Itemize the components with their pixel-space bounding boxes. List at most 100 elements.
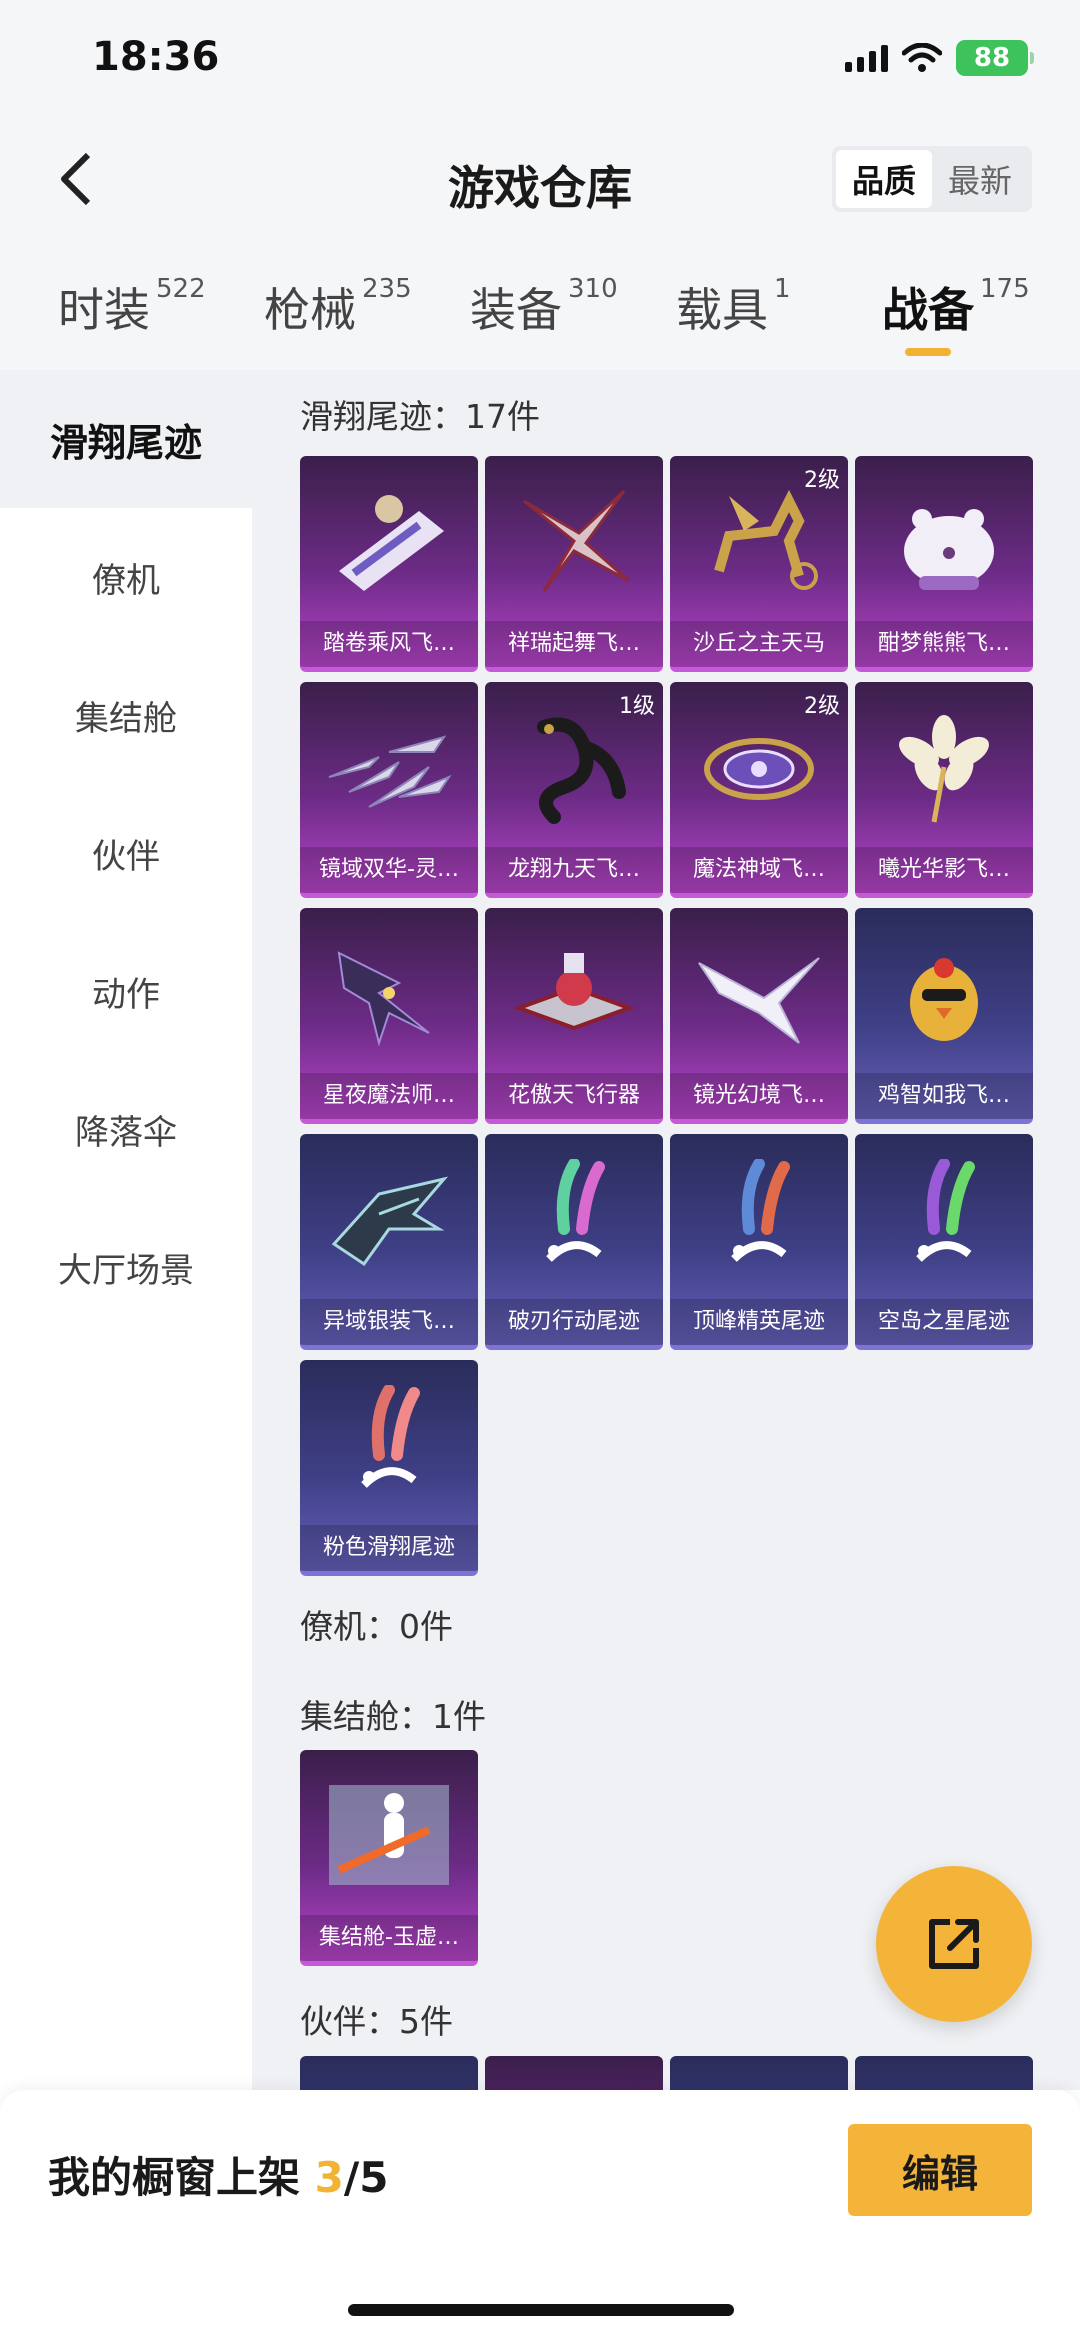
section-title-glide-trail: 滑翔尾迹：17件 [300, 397, 540, 436]
item-card[interactable]: 镜光幻境飞… [670, 908, 848, 1124]
item-name: 龙翔九天飞… [485, 847, 663, 893]
section-title-wingman: 僚机：0件 [300, 1607, 453, 1646]
tab-equipment[interactable]: 装备 310 [470, 274, 618, 340]
flying-machine-icon [485, 908, 663, 1078]
item-content: 滑翔尾迹：17件 踏卷乘风飞… 祥瑞起舞飞… 2级 沙丘之主天马 酣梦熊熊飞… … [252, 370, 1080, 2090]
tab-count: 1 [774, 274, 791, 304]
section-title-partner: 伙伴：5件 [300, 2002, 453, 2041]
item-name: 沙丘之主天马 [670, 621, 848, 667]
trail-icon [670, 1134, 848, 1304]
sort-newest-button[interactable]: 最新 [932, 150, 1028, 208]
item-card[interactable]: 酣梦熊熊飞… [855, 456, 1033, 672]
item-card[interactable]: 花傲天飞行器 [485, 908, 663, 1124]
section-title-pod: 集结舱：1件 [300, 1697, 486, 1736]
shuriken-icon [485, 456, 663, 626]
tab-label: 枪械 [264, 283, 356, 337]
item-name: 鸡智如我飞… [855, 1073, 1033, 1119]
battery-icon: 88 [956, 40, 1034, 76]
signal-icon [845, 44, 888, 72]
sidebar-item-parachute[interactable]: 降落伞 [0, 1060, 252, 1198]
item-card[interactable]: 曦光华影飞… [855, 682, 1033, 898]
silver-glider-icon [300, 1134, 478, 1304]
edit-button[interactable]: 编辑 [848, 2124, 1032, 2216]
item-name: 镜域双华-灵… [300, 847, 478, 893]
tab-active-indicator [905, 348, 951, 356]
item-card[interactable]: 异域银装飞… [300, 1134, 478, 1350]
item-card[interactable]: 破刃行动尾迹 [485, 1134, 663, 1350]
scroll-icon [300, 456, 478, 626]
item-name: 踏卷乘风飞… [300, 621, 478, 667]
tab-gear[interactable]: 战备 175 [882, 274, 1030, 340]
level-badge: 2级 [804, 468, 840, 493]
tab-label: 装备 [470, 283, 562, 337]
sidebar-item-emote[interactable]: 动作 [0, 922, 252, 1060]
tab-fashion[interactable]: 时装 522 [58, 274, 206, 340]
item-name: 镜光幻境飞… [670, 1073, 848, 1119]
sidebar-item-partner[interactable]: 伙伴 [0, 784, 252, 922]
status-time: 18:36 [92, 34, 220, 80]
item-card[interactable]: 踏卷乘风飞… [300, 456, 478, 672]
showcase-total: /5 [343, 2153, 389, 2202]
tab-vehicles[interactable]: 载具 1 [676, 274, 791, 340]
status-bar: 18:36 88 [0, 0, 1080, 120]
item-name: 魔法神域飞… [670, 847, 848, 893]
item-name: 祥瑞起舞飞… [485, 621, 663, 667]
showcase-status: 我的橱窗上架 3/5 [48, 2144, 388, 2205]
tab-count: 235 [362, 274, 412, 304]
item-card[interactable]: 2级 沙丘之主天马 [670, 456, 848, 672]
item-card[interactable]: 祥瑞起舞飞… [485, 456, 663, 672]
chicken-icon [855, 908, 1033, 1078]
item-name: 集结舱-玉虚… [300, 1915, 478, 1961]
item-card[interactable]: 星夜魔法师… [300, 908, 478, 1124]
white-wing-icon [670, 908, 848, 1078]
sidebar: 滑翔尾迹 僚机 集结舱 伙伴 动作 降落伞 大厅场景 [0, 370, 252, 2090]
item-card[interactable]: 鸡智如我飞… [855, 908, 1033, 1124]
wifi-icon [902, 43, 942, 72]
item-card[interactable]: 顶峰精英尾迹 [670, 1134, 848, 1350]
item-card[interactable] [300, 2056, 478, 2090]
share-icon [929, 1919, 979, 1969]
item-card[interactable]: 粉色滑翔尾迹 [300, 1360, 478, 1576]
header: 游戏仓库 品质 最新 [0, 120, 1080, 240]
item-name: 破刃行动尾迹 [485, 1299, 663, 1345]
showcase-current: 3 [314, 2153, 344, 2202]
sidebar-item-pod[interactable]: 集结舱 [0, 646, 252, 784]
item-card[interactable] [670, 2056, 848, 2090]
share-button[interactable] [876, 1866, 1032, 2022]
dark-wing-icon [300, 908, 478, 1078]
item-name: 星夜魔法师… [300, 1073, 478, 1119]
trail-icon [485, 1134, 663, 1304]
sidebar-item-glide-trail[interactable]: 滑翔尾迹 [0, 370, 252, 508]
trail-icon [855, 1134, 1033, 1304]
item-card[interactable]: 空岛之星尾迹 [855, 1134, 1033, 1350]
item-name: 曦光华影飞… [855, 847, 1033, 893]
status-icons: 88 [845, 40, 1034, 76]
item-name: 酣梦熊熊飞… [855, 621, 1033, 667]
category-tabs: 时装 522 枪械 235 装备 310 载具 1 战备 175 [0, 240, 1080, 370]
item-card[interactable]: 2级 魔法神域飞… [670, 682, 848, 898]
item-card[interactable]: 1级 龙翔九天飞… [485, 682, 663, 898]
tab-label: 战备 [882, 283, 974, 337]
tab-guns[interactable]: 枪械 235 [264, 274, 412, 340]
home-indicator [348, 2304, 734, 2316]
trail-icon [300, 1360, 478, 1530]
item-name: 花傲天飞行器 [485, 1073, 663, 1119]
item-card[interactable]: 集结舱-玉虚… [300, 1750, 478, 1966]
sort-toggle: 品质 最新 [831, 146, 1032, 212]
sort-quality-button[interactable]: 品质 [835, 150, 932, 208]
flower-icon [855, 682, 1033, 852]
bottom-bar: 我的橱窗上架 3/5 编辑 [0, 2090, 1080, 2339]
tab-label: 时装 [58, 283, 150, 337]
item-name: 异域银装飞… [300, 1299, 478, 1345]
tab-count: 175 [980, 274, 1030, 304]
tab-count: 310 [568, 274, 618, 304]
sidebar-item-lobby-scene[interactable]: 大厅场景 [0, 1198, 252, 1336]
crystal-wing-icon [300, 682, 478, 852]
pod-icon [300, 1750, 478, 1920]
sidebar-item-wingman[interactable]: 僚机 [0, 508, 252, 646]
item-card[interactable] [485, 2056, 663, 2090]
tab-count: 522 [156, 274, 206, 304]
item-card[interactable]: 镜域双华-灵… [300, 682, 478, 898]
level-badge: 1级 [619, 694, 655, 719]
item-card[interactable] [855, 2056, 1033, 2090]
